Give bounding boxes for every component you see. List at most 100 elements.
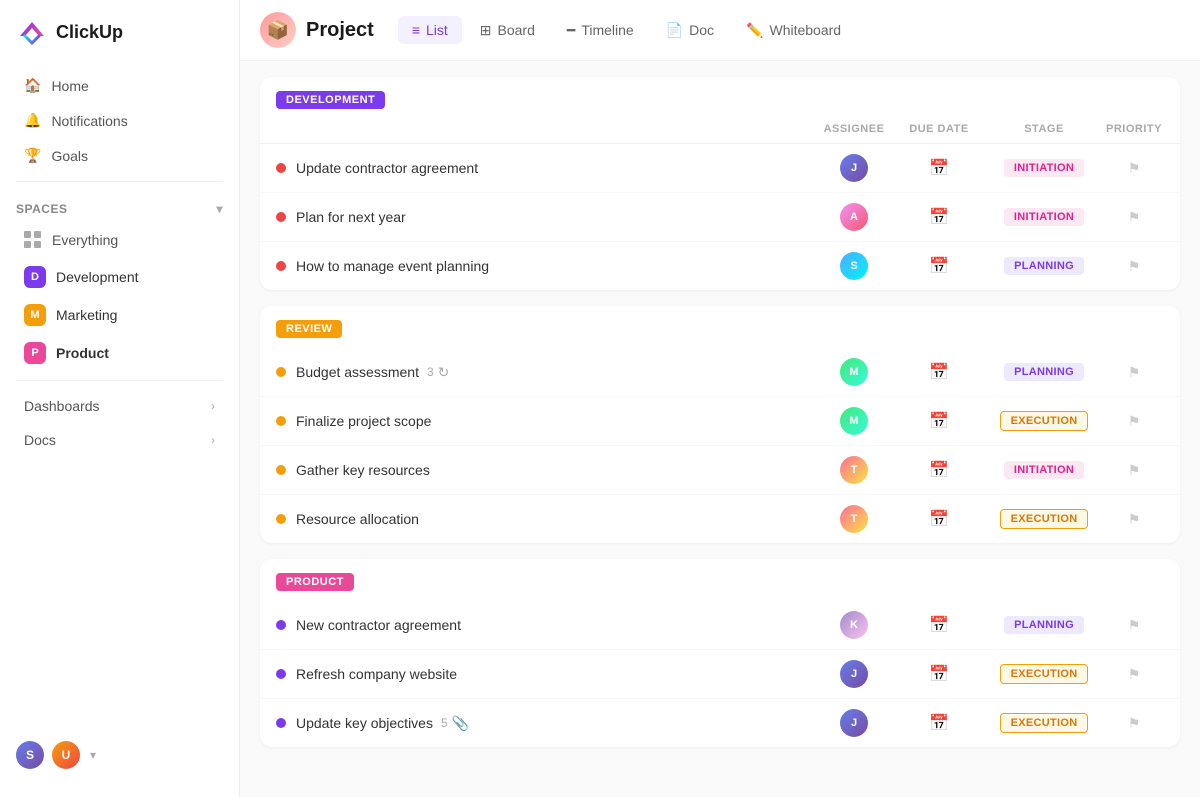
task-dot — [276, 620, 286, 630]
sidebar-item-goals[interactable]: 🏆 Goals — [8, 139, 231, 172]
stage-badge: PLANNING — [1004, 616, 1084, 634]
avatar: J — [840, 154, 868, 182]
flag-icon: ⚑ — [1128, 160, 1141, 177]
flag-icon: ⚑ — [1128, 413, 1141, 430]
tab-board[interactable]: ⊞ Board — [466, 16, 549, 45]
calendar-icon: 📅 — [929, 615, 949, 635]
spaces-section-header: Spaces ▾ — [0, 190, 239, 222]
grid-icon — [24, 231, 42, 249]
task-name: Gather key resources — [296, 462, 430, 478]
assignee-cell: T — [814, 505, 894, 533]
review-section: REVIEW Budget assessment 3 ↻ M 📅 PLANNIN… — [260, 306, 1180, 543]
task-name: Refresh company website — [296, 666, 457, 682]
product-section-header: PRODUCT — [260, 559, 1180, 601]
stage-cell: INITIATION — [984, 208, 1104, 226]
sidebar-item-everything[interactable]: Everything — [8, 223, 231, 257]
task-name: Plan for next year — [296, 209, 406, 225]
task-row[interactable]: New contractor agreement K 📅 PLANNING ⚑ — [260, 601, 1180, 650]
sidebar-notifications-label: Notifications — [51, 113, 127, 129]
calendar-icon: 📅 — [929, 509, 949, 529]
task-name: Resource allocation — [296, 511, 419, 527]
sidebar-item-marketing[interactable]: M Marketing — [8, 297, 231, 333]
tab-doc[interactable]: 📄 Doc — [652, 16, 728, 45]
task-name: Update contractor agreement — [296, 160, 478, 176]
task-row[interactable]: How to manage event planning S 📅 PLANNIN… — [260, 242, 1180, 290]
flag-icon: ⚑ — [1128, 715, 1141, 732]
task-row[interactable]: Update contractor agreement J 📅 INITIATI… — [260, 144, 1180, 193]
whiteboard-icon: ✏️ — [746, 22, 763, 39]
doc-icon: 📄 — [666, 22, 683, 39]
sidebar-item-product[interactable]: P Product — [8, 335, 231, 371]
task-row[interactable]: Gather key resources T 📅 INITIATION ⚑ — [260, 446, 1180, 495]
task-name: Update key objectives — [296, 715, 433, 731]
stage-cell: EXECUTION — [984, 664, 1104, 684]
duedate-cell: 📅 — [894, 362, 984, 382]
task-count: 5 📎 — [441, 715, 469, 732]
sidebar-item-home[interactable]: 🏠 Home — [8, 69, 231, 102]
task-row[interactable]: Budget assessment 3 ↻ M 📅 PLANNING ⚑ — [260, 348, 1180, 397]
stage-badge: INITIATION — [1004, 208, 1084, 226]
priority-cell: ⚑ — [1104, 209, 1164, 226]
chevron-down-icon[interactable]: ▾ — [216, 202, 223, 216]
duedate-cell: 📅 — [894, 411, 984, 431]
tab-list[interactable]: ≡ List — [398, 16, 462, 44]
task-name: Finalize project scope — [296, 413, 431, 429]
duedate-cell: 📅 — [894, 256, 984, 276]
avatar: T — [840, 456, 868, 484]
chevron-right-icon: › — [211, 399, 215, 413]
app-name: ClickUp — [56, 22, 123, 43]
board-icon: ⊞ — [480, 22, 492, 39]
task-row[interactable]: Refresh company website J 📅 EXECUTION ⚑ — [260, 650, 1180, 699]
task-dot — [276, 465, 286, 475]
user-avatar-photo[interactable]: U — [52, 741, 80, 769]
flag-icon: ⚑ — [1128, 462, 1141, 479]
user-chevron-icon: ▾ — [90, 748, 96, 762]
stage-badge: EXECUTION — [1000, 664, 1089, 684]
review-badge: REVIEW — [276, 320, 342, 338]
task-row[interactable]: Resource allocation T 📅 EXECUTION ⚑ — [260, 495, 1180, 543]
sidebar-item-notifications[interactable]: 🔔 Notifications — [8, 104, 231, 137]
assignee-cell: M — [814, 358, 894, 386]
task-dot — [276, 163, 286, 173]
stage-cell: PLANNING — [984, 257, 1104, 275]
marketing-label: Marketing — [56, 307, 117, 323]
user-avatar-initial[interactable]: S — [16, 741, 44, 769]
sidebar-item-development[interactable]: D Development — [8, 259, 231, 295]
task-row[interactable]: Update key objectives 5 📎 J 📅 EXECUTION … — [260, 699, 1180, 747]
sidebar-footer: S U ▾ — [0, 729, 239, 781]
task-row[interactable]: Plan for next year A 📅 INITIATION ⚑ — [260, 193, 1180, 242]
col-header-stage: STAGE — [984, 123, 1104, 135]
calendar-icon: 📅 — [929, 362, 949, 382]
tab-timeline[interactable]: ━ Timeline — [553, 16, 648, 45]
flag-icon: ⚑ — [1128, 617, 1141, 634]
stage-cell: EXECUTION — [984, 411, 1104, 431]
product-section: PRODUCT New contractor agreement K 📅 PLA… — [260, 559, 1180, 747]
flag-icon: ⚑ — [1128, 258, 1141, 275]
top-nav: 📦 Project ≡ List ⊞ Board ━ Timeline 📄 Do… — [240, 0, 1200, 61]
priority-cell: ⚑ — [1104, 715, 1164, 732]
task-area: DEVELOPMENT ASSIGNEE DUE DATE STAGE PRIO… — [240, 61, 1200, 797]
avatar: S — [840, 252, 868, 280]
main-content: 📦 Project ≡ List ⊞ Board ━ Timeline 📄 Do… — [240, 0, 1200, 797]
sidebar-item-dashboards[interactable]: Dashboards › — [8, 390, 231, 422]
assignee-cell: J — [814, 660, 894, 688]
priority-cell: ⚑ — [1104, 617, 1164, 634]
stage-badge: INITIATION — [1004, 159, 1084, 177]
stage-cell: PLANNING — [984, 363, 1104, 381]
task-name: How to manage event planning — [296, 258, 489, 274]
assignee-cell: S — [814, 252, 894, 280]
calendar-icon: 📅 — [929, 256, 949, 276]
priority-cell: ⚑ — [1104, 666, 1164, 683]
marketing-badge: M — [24, 304, 46, 326]
stage-badge: EXECUTION — [1000, 713, 1089, 733]
assignee-cell: T — [814, 456, 894, 484]
duedate-cell: 📅 — [894, 158, 984, 178]
avatar: K — [840, 611, 868, 639]
sidebar-item-docs[interactable]: Docs › — [8, 424, 231, 456]
task-row[interactable]: Finalize project scope M 📅 EXECUTION ⚑ — [260, 397, 1180, 446]
list-icon: ≡ — [412, 22, 420, 38]
priority-cell: ⚑ — [1104, 462, 1164, 479]
product-badge: PRODUCT — [276, 573, 354, 591]
tab-whiteboard[interactable]: ✏️ Whiteboard — [732, 16, 855, 45]
sidebar-goals-label: Goals — [51, 148, 88, 164]
